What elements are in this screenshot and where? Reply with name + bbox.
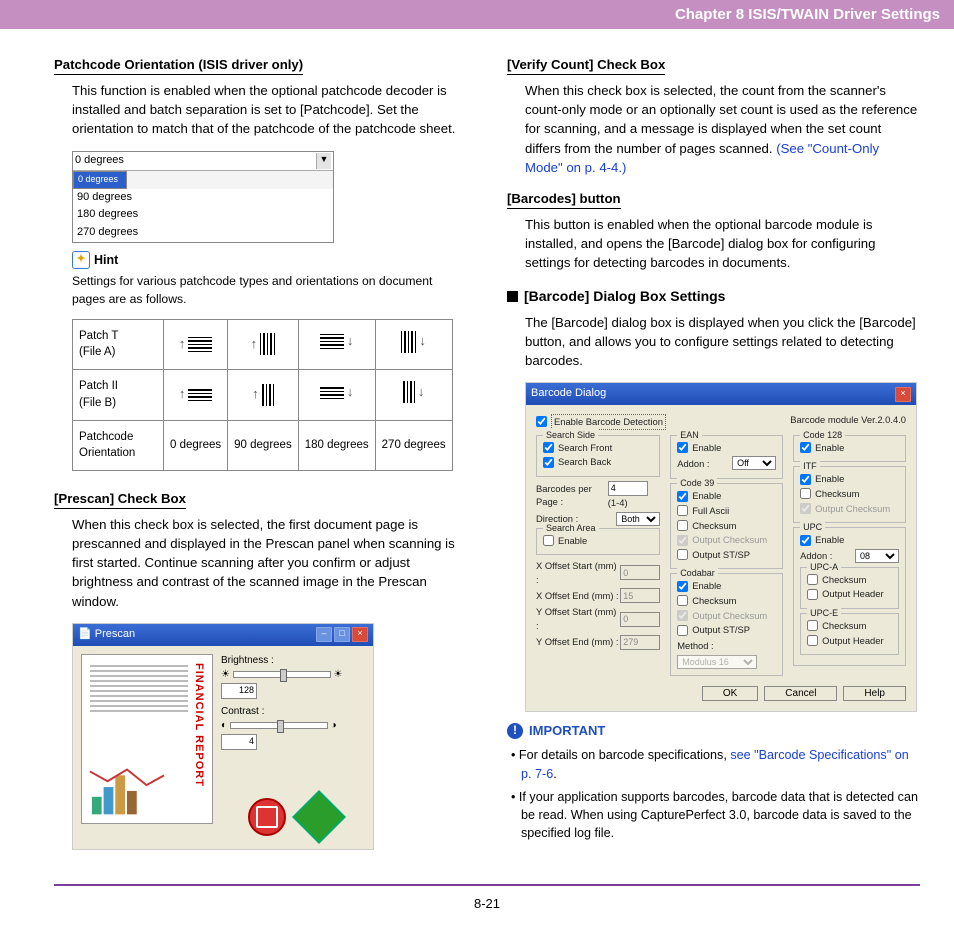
- patchcode-table: Patch T (File A) ↑ ↑ ↓ ↓ Patch II (File …: [72, 319, 453, 471]
- barcode-dialog-description: The [Barcode] dialog box is displayed wh…: [525, 313, 920, 370]
- hint-icon: ✦: [72, 251, 90, 269]
- barcode-dialog-window: Barcode Dialog × Enable Barcode Detectio…: [525, 382, 917, 711]
- heading-barcode-dialog: [Barcode] Dialog Box Settings: [524, 286, 725, 306]
- ystart-input: [620, 612, 660, 627]
- cancel-button[interactable]: Cancel: [764, 686, 837, 701]
- row-patch-ii: Patch II (File B): [73, 370, 164, 420]
- orientation-dropdown[interactable]: 0 degrees ▼ 0 degrees 90 degrees 180 deg…: [72, 151, 334, 244]
- col-90deg: 90 degrees: [228, 420, 299, 470]
- col-0deg: 0 degrees: [164, 420, 228, 470]
- heading-verify-count: [Verify Count] Check Box: [507, 55, 665, 75]
- contrast-slider[interactable]: [230, 722, 328, 729]
- dropdown-selected: 0 degrees: [75, 153, 124, 169]
- xend-input: [620, 588, 660, 603]
- sa-enable-checkbox[interactable]: Enable: [543, 534, 653, 548]
- hint-row: ✦ Hint: [72, 251, 467, 269]
- dropdown-opt-270[interactable]: 270 degrees: [73, 224, 333, 242]
- brightness-label: Brightness :: [221, 654, 365, 669]
- chevron-down-icon[interactable]: ▼: [316, 153, 331, 169]
- bpp-input[interactable]: [608, 481, 648, 496]
- col-270deg: 270 degrees: [375, 420, 452, 470]
- dropdown-opt-180[interactable]: 180 degrees: [73, 206, 333, 224]
- brightness-slider[interactable]: [233, 671, 331, 678]
- verify-count-description: When this check box is selected, the cou…: [525, 81, 920, 177]
- page-footer: 8-21: [54, 884, 920, 935]
- patchcode-description: This function is enabled when the option…: [72, 81, 467, 138]
- row-patch-t: Patch T (File A): [73, 319, 164, 369]
- search-front-checkbox[interactable]: Search Front: [543, 441, 653, 455]
- direction-select[interactable]: Both: [616, 512, 660, 526]
- important-list: • For details on barcode specifications,…: [511, 746, 920, 842]
- barcode-title: Barcode Dialog: [531, 386, 606, 402]
- help-button[interactable]: Help: [843, 686, 906, 701]
- chapter-header: Chapter 8 ISIS/TWAIN Driver Settings: [0, 0, 954, 29]
- brightness-value[interactable]: 128: [221, 683, 257, 699]
- search-area-group: Search Area Enable: [536, 528, 660, 556]
- xstart-input: [620, 565, 660, 580]
- maximize-icon[interactable]: □: [334, 627, 350, 642]
- contrast-label: Contrast :: [221, 705, 365, 720]
- hint-text: Settings for various patchcode types and…: [72, 273, 467, 308]
- heading-patchcode-orientation: Patchcode Orientation (ISIS driver only): [54, 55, 303, 75]
- enable-barcode-checkbox[interactable]: Enable Barcode Detection: [536, 414, 666, 430]
- stop-icon[interactable]: [248, 798, 286, 836]
- minimize-icon[interactable]: –: [316, 627, 332, 642]
- prescan-title: Prescan: [95, 628, 135, 640]
- prescan-preview: FINANCIAL REPORT: [81, 654, 213, 824]
- search-side-group: Search Side Search Front Search Back: [536, 435, 660, 477]
- dropdown-opt-90[interactable]: 90 degrees: [73, 189, 333, 207]
- heading-barcodes-button: [Barcodes] button: [507, 189, 621, 209]
- prescan-titlebar: 📄 Prescan – □ ×: [73, 624, 373, 646]
- prescan-description: When this check box is selected, the fir…: [72, 515, 467, 611]
- left-column: Patchcode Orientation (ISIS driver only)…: [54, 55, 467, 860]
- important-label: IMPORTANT: [529, 722, 605, 741]
- hint-label: Hint: [94, 251, 118, 269]
- close-icon[interactable]: ×: [352, 627, 368, 642]
- ok-button[interactable]: OK: [702, 686, 758, 701]
- row-orientation: Patchcode Orientation: [73, 420, 164, 470]
- chart-icon: [88, 761, 166, 817]
- barcode-titlebar: Barcode Dialog ×: [526, 383, 916, 405]
- close-icon[interactable]: ×: [895, 387, 911, 402]
- preview-doc-title: FINANCIAL REPORT: [190, 663, 206, 787]
- contrast-value[interactable]: 4: [221, 734, 257, 750]
- page-body: Patchcode Orientation (ISIS driver only)…: [0, 29, 954, 870]
- search-back-checkbox[interactable]: Search Back: [543, 455, 653, 469]
- col-180deg: 180 degrees: [298, 420, 375, 470]
- square-bullet-icon: [507, 291, 518, 302]
- barcodes-button-description: This button is enabled when the optional…: [525, 215, 920, 272]
- important-icon: !: [507, 723, 523, 739]
- prescan-window: 📄 Prescan – □ × FINANCIAL REPORT: [72, 623, 374, 851]
- yend-input: [620, 635, 660, 650]
- heading-prescan: [Prescan] Check Box: [54, 489, 186, 509]
- go-icon[interactable]: [293, 790, 347, 844]
- dropdown-opt-0[interactable]: 0 degrees: [73, 171, 127, 189]
- bpp-label: Barcodes per Page :: [536, 482, 608, 509]
- right-column: [Verify Count] Check Box When this check…: [507, 55, 920, 860]
